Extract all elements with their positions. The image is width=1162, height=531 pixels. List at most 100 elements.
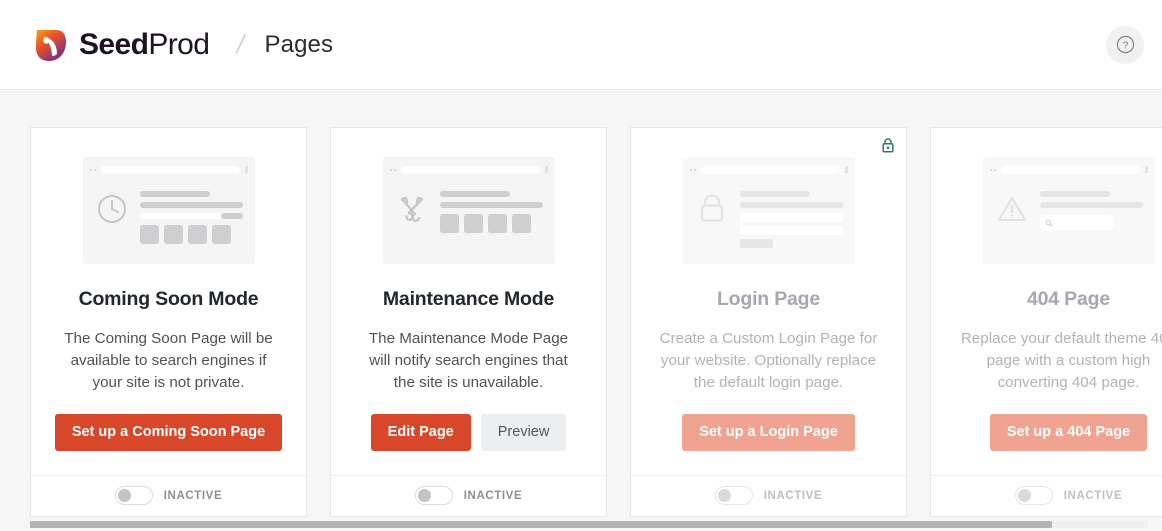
browser-dot-icon (390, 169, 392, 171)
help-button[interactable]: ? (1106, 26, 1144, 64)
browser-dot-icon (694, 169, 696, 171)
browser-url-bar (101, 166, 240, 174)
clock-icon (95, 192, 129, 226)
card-actions: Edit Page Preview (371, 414, 567, 451)
placeholder-square (140, 225, 159, 244)
breadcrumb-separator: / (234, 29, 248, 60)
illustration-browser-bar (690, 164, 848, 175)
setup-login-page-button[interactable]: Set up a Login Page (682, 414, 855, 451)
placeholder-square (188, 225, 207, 244)
browser-dot-icon (94, 169, 96, 171)
preview-button[interactable]: Preview (481, 414, 567, 451)
coming-soon-illustration (83, 157, 255, 264)
card-actions: Set up a Login Page (682, 414, 855, 451)
toggle-status-label: INACTIVE (164, 490, 222, 502)
brand-name-rest: Prod (148, 28, 209, 61)
card-login-page: Login Page Create a Custom Login Page fo… (630, 127, 907, 517)
placeholder-line (1040, 202, 1143, 208)
browser-menu-icon (1145, 166, 1148, 173)
illustration-content (990, 184, 1148, 230)
edit-page-button[interactable]: Edit Page (371, 414, 471, 451)
card-actions: Set up a Coming Soon Page (55, 414, 282, 451)
illustration-browser-bar (90, 164, 248, 175)
lock-badge-icon (881, 137, 895, 153)
card-footer: INACTIVE (631, 475, 906, 516)
card-footer: INACTIVE (931, 475, 1162, 516)
card-actions: Set up a 404 Page (990, 414, 1147, 451)
illustration-content (90, 184, 248, 244)
placeholder-line (440, 191, 510, 197)
illustration-text-lines (440, 188, 543, 233)
svg-text:?: ? (1122, 40, 1128, 51)
card-description: The Coming Soon Page will be available t… (58, 328, 280, 394)
card-title: Coming Soon Mode (79, 288, 259, 311)
404-illustration (983, 157, 1155, 264)
lock-icon (695, 192, 729, 226)
browser-menu-icon (545, 166, 548, 173)
card-description: The Maintenance Mode Page will notify se… (358, 328, 580, 394)
placeholder-line (1040, 191, 1110, 197)
card-404-page: 404 Page Replace your default theme 404 … (930, 127, 1162, 517)
404-page-toggle[interactable] (1015, 486, 1053, 505)
brand: SeedProd (34, 27, 209, 63)
illustration-text-lines (140, 188, 243, 244)
coming-soon-toggle[interactable] (115, 486, 153, 505)
illustration-content (690, 184, 848, 253)
placeholder-line (140, 202, 243, 208)
tools-icon (395, 192, 429, 226)
card-maintenance-mode: Maintenance Mode The Maintenance Mode Pa… (330, 127, 607, 517)
placeholder-search-box (1040, 215, 1114, 230)
search-icon (1045, 219, 1053, 227)
placeholder-line (740, 202, 843, 208)
warning-triangle-icon (995, 192, 1029, 226)
setup-404-page-button[interactable]: Set up a 404 Page (990, 414, 1147, 451)
pages-card-list: Coming Soon Mode The Coming Soon Page wi… (30, 127, 1162, 517)
placeholder-square (212, 225, 231, 244)
placeholder-squares (440, 214, 543, 233)
browser-dot-icon (990, 169, 992, 171)
illustration-text-lines (740, 188, 843, 253)
question-mark-circle-icon: ? (1115, 34, 1136, 55)
brand-name-bold: Seed (79, 28, 148, 61)
browser-dot-icon (90, 169, 92, 171)
placeholder-square (464, 214, 483, 233)
maintenance-toggle[interactable] (415, 486, 453, 505)
browser-dot-icon (394, 169, 396, 171)
card-footer: INACTIVE (331, 475, 606, 516)
scrollbar-thumb[interactable] (30, 521, 1052, 528)
card-description: Replace your default theme 404 page with… (958, 328, 1162, 394)
page-title: Pages (265, 31, 334, 59)
card-footer: INACTIVE (31, 475, 306, 516)
placeholder-line (740, 191, 810, 197)
placeholder-submit-button (740, 239, 774, 248)
placeholder-square (488, 214, 507, 233)
browser-menu-icon (245, 166, 248, 173)
toggle-status-label: INACTIVE (464, 490, 522, 502)
illustration-content (390, 184, 548, 233)
browser-menu-icon (845, 166, 848, 173)
seedprod-logo-icon (34, 27, 68, 63)
setup-coming-soon-page-button[interactable]: Set up a Coming Soon Page (55, 414, 282, 451)
placeholder-square (164, 225, 183, 244)
illustration-text-lines (1040, 188, 1143, 230)
browser-url-bar (1001, 166, 1140, 174)
illustration-browser-bar (990, 164, 1148, 175)
card-coming-soon-mode: Coming Soon Mode The Coming Soon Page wi… (30, 127, 307, 517)
placeholder-squares (140, 225, 243, 244)
placeholder-input-line (140, 213, 243, 219)
placeholder-username-field (740, 213, 843, 222)
card-title: Login Page (717, 288, 820, 311)
browser-url-bar (701, 166, 840, 174)
placeholder-password-field (740, 226, 843, 235)
pages-main: Coming Soon Mode The Coming Soon Page wi… (0, 90, 1162, 531)
placeholder-line (140, 191, 210, 197)
card-title: Maintenance Mode (383, 288, 554, 311)
placeholder-square (440, 214, 459, 233)
browser-dot-icon (690, 169, 692, 171)
brand-name: SeedProd (79, 28, 209, 62)
login-page-toggle[interactable] (715, 486, 753, 505)
card-title: 404 Page (1027, 288, 1110, 311)
horizontal-scrollbar[interactable] (0, 517, 1162, 531)
toggle-status-label: INACTIVE (764, 490, 822, 502)
illustration-browser-bar (390, 164, 548, 175)
